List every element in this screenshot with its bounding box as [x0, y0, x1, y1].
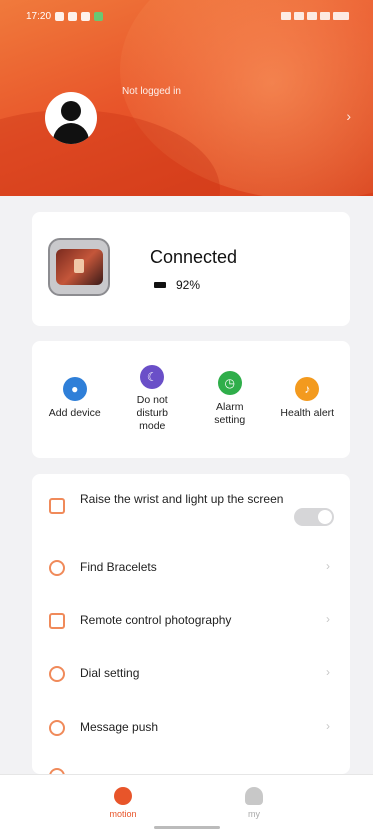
setting-label: Message push [80, 720, 159, 734]
avatar[interactable] [45, 92, 97, 144]
notification-icon [81, 11, 91, 21]
tab-my[interactable]: my [224, 787, 284, 819]
signal-icon [294, 12, 304, 20]
bluetooth-icon [281, 12, 291, 20]
dial-icon [49, 666, 65, 682]
setting-dial[interactable]: Dial setting › [32, 649, 350, 699]
bottom-tab-bar: motion my [0, 774, 373, 830]
wifi-icon [320, 12, 330, 20]
battery-level: 92% [154, 278, 200, 292]
chevron-right-icon[interactable]: › [346, 108, 351, 124]
alarm-icon: ◷ [217, 371, 242, 395]
setting-label: Raise the wrist and light up the screen [80, 492, 284, 506]
quick-action-label: Do not disturb mode [136, 394, 168, 432]
setting-remote-photography[interactable]: Remote control photography › [32, 595, 350, 645]
chevron-right-icon: › [326, 559, 330, 573]
quick-actions: ● Add device ☾ Do not disturb mode ◷ Ala… [32, 341, 350, 458]
setting-label: Remote control photography [80, 613, 232, 627]
notification-icon [55, 11, 65, 21]
wrist-icon [49, 498, 65, 514]
signal-icon [307, 12, 317, 20]
tab-label: motion [109, 809, 137, 819]
notification-icon [94, 11, 104, 21]
chevron-right-icon: › [326, 665, 330, 679]
person-icon [245, 787, 263, 805]
profile-header[interactable]: 17:20 Not logged in › [0, 0, 373, 196]
running-icon [114, 787, 132, 805]
device-card[interactable]: Connected 92% [32, 212, 350, 326]
connection-status: Connected [150, 247, 238, 267]
tab-motion[interactable]: motion [93, 787, 153, 819]
setting-label: Find Bracelets [80, 560, 157, 574]
message-icon [49, 720, 65, 736]
quick-action-add-device[interactable]: ● Add device [39, 341, 111, 458]
add-device-icon: ● [62, 377, 87, 401]
battery-icon [154, 282, 166, 288]
battery-percent: 92% [176, 278, 201, 292]
camera-icon [49, 613, 65, 629]
find-icon [49, 560, 65, 576]
quick-action-label: Health alert [280, 407, 335, 419]
quick-action-alarm[interactable]: ◷ Alarm setting [194, 341, 266, 458]
chevron-right-icon: › [326, 719, 330, 733]
battery-status-icon [333, 12, 349, 20]
setting-message-push[interactable]: Message push › [32, 702, 350, 752]
tab-label: my [248, 809, 260, 819]
quick-action-do-not-disturb[interactable]: ☾ Do not disturb mode [116, 341, 188, 458]
raise-wrist-toggle[interactable] [294, 508, 334, 526]
moon-icon: ☾ [140, 365, 165, 389]
quick-action-health-alert[interactable]: ♪ Health alert [271, 341, 343, 458]
status-bar: 17:20 [26, 8, 349, 24]
quick-action-label: Alarm setting [214, 401, 246, 426]
login-status[interactable]: Not logged in [122, 86, 181, 97]
notification-icon [68, 11, 78, 21]
setting-find-bracelets[interactable]: Find Bracelets › [32, 542, 350, 592]
quick-action-label: Add device [48, 407, 101, 419]
setting-raise-wrist: Raise the wrist and light up the screen [32, 482, 350, 536]
setting-partial[interactable] [32, 758, 350, 774]
bell-icon: ♪ [295, 377, 320, 401]
settings-list: Raise the wrist and light up the screen … [32, 474, 350, 774]
status-time: 17:20 [26, 10, 52, 22]
watch-image [48, 238, 110, 296]
chevron-right-icon: › [326, 612, 330, 626]
setting-label: Dial setting [80, 666, 140, 680]
